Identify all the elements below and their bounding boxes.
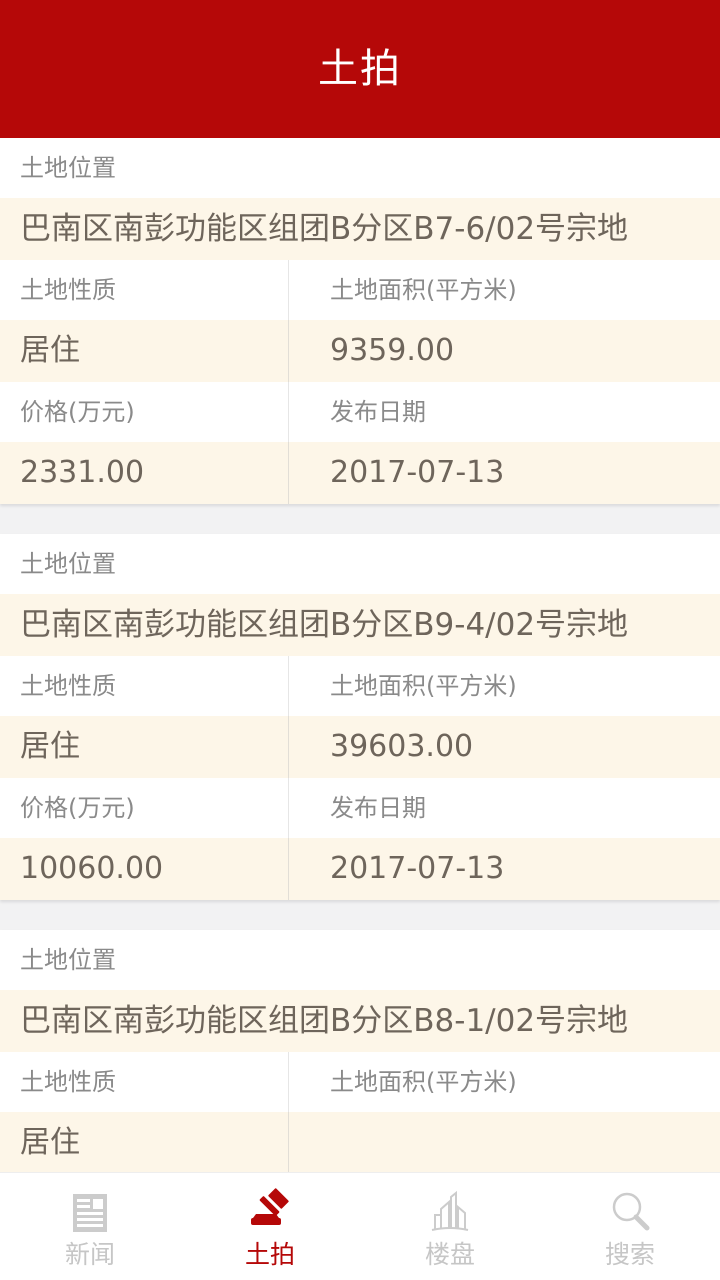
price-label-cell: 价格(万元) (0, 778, 288, 838)
location-label: 土地位置 (20, 946, 116, 974)
page-title: 土拍 (318, 46, 402, 92)
nature-area-value-row: 居住 (0, 1112, 720, 1172)
column-divider (288, 656, 289, 716)
tab-label-properties: 楼盘 (424, 1240, 475, 1269)
column-divider (288, 382, 289, 442)
area-value: 9359.00 (330, 333, 455, 368)
price-date-label-row: 价格(万元) 发布日期 (0, 382, 720, 442)
price-label: 价格(万元) (20, 794, 135, 822)
price-label-cell: 价格(万元) (0, 382, 288, 442)
column-divider (288, 320, 289, 382)
price-date-label-row: 价格(万元) 发布日期 (0, 778, 720, 838)
column-divider (288, 1052, 289, 1112)
nature-area-value-row: 居住 9359.00 (0, 320, 720, 382)
location-value: 巴南区南彭功能区组团B分区B9-4/02号宗地 (20, 606, 629, 643)
location-label-row: 土地位置 (0, 138, 720, 198)
location-value: 巴南区南彭功能区组团B分区B8-1/02号宗地 (20, 1002, 629, 1039)
area-label: 土地面积(平方米) (330, 1068, 517, 1096)
date-value: 2017-07-13 (330, 851, 505, 886)
column-divider (288, 442, 289, 504)
bottom-tab-bar: 新闻 土拍 楼盘 搜索 (0, 1172, 720, 1280)
date-label: 发布日期 (330, 398, 426, 426)
app-root: 土拍 土地位置 巴南区南彭功能区组团B分区B7-6/02号宗地 土地性质 土地面… (0, 0, 720, 1280)
area-label: 土地面积(平方米) (330, 672, 517, 700)
location-value-row: 巴南区南彭功能区组团B分区B7-6/02号宗地 (0, 198, 720, 260)
nature-label: 土地性质 (20, 276, 116, 304)
tab-label-search: 搜索 (604, 1240, 655, 1269)
nature-label-cell: 土地性质 (0, 260, 288, 320)
price-value: 10060.00 (20, 851, 164, 886)
nature-value: 居住 (20, 333, 80, 368)
area-label-cell: 土地面积(平方米) (288, 1052, 720, 1112)
area-label-cell: 土地面积(平方米) (288, 656, 720, 716)
nature-label: 土地性质 (20, 1068, 116, 1096)
nature-value: 居住 (20, 1125, 80, 1160)
nature-value-cell: 居住 (0, 716, 288, 778)
location-value: 巴南区南彭功能区组团B分区B7-6/02号宗地 (20, 210, 629, 247)
nature-area-label-row: 土地性质 土地面积(平方米) (0, 260, 720, 320)
price-value-cell: 10060.00 (0, 838, 288, 900)
column-divider (288, 260, 289, 320)
date-label-cell: 发布日期 (288, 778, 720, 838)
area-value: 39603.00 (330, 729, 474, 764)
tab-properties[interactable]: 楼盘 (360, 1173, 540, 1280)
area-value-cell (288, 1112, 720, 1172)
date-value-cell: 2017-07-13 (288, 838, 720, 900)
price-value: 2331.00 (20, 455, 145, 490)
nature-value-cell: 居住 (0, 1112, 288, 1172)
gavel-icon (244, 1186, 296, 1238)
date-label: 发布日期 (330, 794, 426, 822)
nature-area-label-row: 土地性质 土地面积(平方米) (0, 1052, 720, 1112)
location-label: 土地位置 (20, 550, 116, 578)
date-value-cell: 2017-07-13 (288, 442, 720, 504)
nature-value: 居住 (20, 729, 80, 764)
nature-label-cell: 土地性质 (0, 656, 288, 716)
location-label: 土地位置 (20, 154, 116, 182)
app-header: 土拍 (0, 0, 720, 138)
tab-news[interactable]: 新闻 (0, 1173, 180, 1280)
nature-label-cell: 土地性质 (0, 1052, 288, 1112)
nature-label: 土地性质 (20, 672, 116, 700)
buildings-icon (424, 1186, 476, 1238)
list-item[interactable]: 土地位置 巴南区南彭功能区组团B分区B8-1/02号宗地 土地性质 土地面积(平… (0, 930, 720, 1172)
nature-area-label-row: 土地性质 土地面积(平方米) (0, 656, 720, 716)
area-value-cell: 9359.00 (288, 320, 720, 382)
tab-label-news: 新闻 (64, 1240, 115, 1269)
column-divider (288, 1112, 289, 1172)
location-value-row: 巴南区南彭功能区组团B分区B8-1/02号宗地 (0, 990, 720, 1052)
column-divider (288, 716, 289, 778)
tab-land-auction[interactable]: 土拍 (180, 1173, 360, 1280)
location-value-row: 巴南区南彭功能区组团B分区B9-4/02号宗地 (0, 594, 720, 656)
date-value: 2017-07-13 (330, 455, 505, 490)
date-label-cell: 发布日期 (288, 382, 720, 442)
land-auction-list[interactable]: 土地位置 巴南区南彭功能区组团B分区B7-6/02号宗地 土地性质 土地面积(平… (0, 138, 720, 1172)
area-value-cell: 39603.00 (288, 716, 720, 778)
tab-search[interactable]: 搜索 (540, 1173, 720, 1280)
area-label: 土地面积(平方米) (330, 276, 517, 304)
price-date-value-row: 10060.00 2017-07-13 (0, 838, 720, 900)
newspaper-icon (64, 1186, 116, 1238)
tab-label-land-auction: 土拍 (244, 1240, 295, 1269)
price-label: 价格(万元) (20, 398, 135, 426)
column-divider (288, 838, 289, 900)
location-label-row: 土地位置 (0, 534, 720, 594)
price-value-cell: 2331.00 (0, 442, 288, 504)
list-item[interactable]: 土地位置 巴南区南彭功能区组团B分区B7-6/02号宗地 土地性质 土地面积(平… (0, 138, 720, 504)
nature-area-value-row: 居住 39603.00 (0, 716, 720, 778)
search-icon (604, 1186, 656, 1238)
price-date-value-row: 2331.00 2017-07-13 (0, 442, 720, 504)
list-item[interactable]: 土地位置 巴南区南彭功能区组团B分区B9-4/02号宗地 土地性质 土地面积(平… (0, 534, 720, 900)
nature-value-cell: 居住 (0, 320, 288, 382)
column-divider (288, 778, 289, 838)
area-label-cell: 土地面积(平方米) (288, 260, 720, 320)
location-label-row: 土地位置 (0, 930, 720, 990)
